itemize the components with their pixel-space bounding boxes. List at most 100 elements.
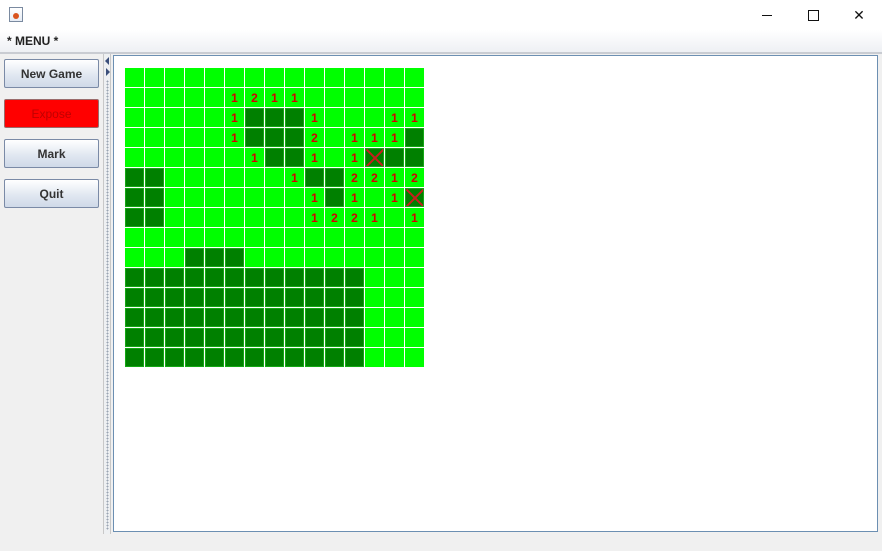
hidden-cell[interactable] bbox=[325, 268, 344, 287]
exposed-cell[interactable] bbox=[245, 208, 264, 227]
exposed-cell[interactable] bbox=[245, 228, 264, 247]
hidden-cell[interactable] bbox=[145, 328, 164, 347]
hidden-cell[interactable] bbox=[305, 308, 324, 327]
exposed-cell[interactable] bbox=[205, 128, 224, 147]
exposed-cell[interactable] bbox=[125, 248, 144, 267]
hidden-cell[interactable] bbox=[305, 288, 324, 307]
expose-button[interactable]: Expose bbox=[4, 99, 99, 128]
number-cell[interactable]: 1 bbox=[345, 148, 364, 167]
number-cell[interactable]: 1 bbox=[225, 108, 244, 127]
hidden-cell[interactable] bbox=[165, 308, 184, 327]
exposed-cell[interactable] bbox=[245, 168, 264, 187]
hidden-cell[interactable] bbox=[245, 268, 264, 287]
exposed-cell[interactable] bbox=[405, 328, 424, 347]
close-button[interactable]: ✕ bbox=[836, 0, 882, 30]
hidden-cell[interactable] bbox=[185, 288, 204, 307]
exposed-cell[interactable] bbox=[225, 228, 244, 247]
exposed-cell[interactable] bbox=[385, 208, 404, 227]
exposed-cell[interactable] bbox=[385, 348, 404, 367]
hidden-cell[interactable] bbox=[285, 108, 304, 127]
new-game-button[interactable]: New Game bbox=[4, 59, 99, 88]
hidden-cell[interactable] bbox=[245, 128, 264, 147]
exposed-cell[interactable] bbox=[145, 148, 164, 167]
exposed-cell[interactable] bbox=[125, 148, 144, 167]
hidden-cell[interactable] bbox=[185, 328, 204, 347]
split-pane-divider[interactable] bbox=[103, 54, 111, 534]
exposed-cell[interactable] bbox=[285, 228, 304, 247]
number-cell[interactable]: 1 bbox=[385, 188, 404, 207]
exposed-cell[interactable] bbox=[365, 188, 384, 207]
exposed-cell[interactable] bbox=[285, 188, 304, 207]
hidden-cell[interactable] bbox=[145, 308, 164, 327]
exposed-cell[interactable] bbox=[165, 228, 184, 247]
hidden-cell[interactable] bbox=[165, 328, 184, 347]
hidden-cell[interactable] bbox=[325, 328, 344, 347]
exposed-cell[interactable] bbox=[365, 328, 384, 347]
exposed-cell[interactable] bbox=[385, 268, 404, 287]
exposed-cell[interactable] bbox=[385, 88, 404, 107]
exposed-cell[interactable] bbox=[325, 108, 344, 127]
number-cell[interactable]: 1 bbox=[305, 148, 324, 167]
exposed-cell[interactable] bbox=[205, 208, 224, 227]
hidden-cell[interactable] bbox=[325, 348, 344, 367]
hidden-cell[interactable] bbox=[125, 208, 144, 227]
hidden-cell[interactable] bbox=[245, 308, 264, 327]
exposed-cell[interactable] bbox=[365, 68, 384, 87]
number-cell[interactable]: 2 bbox=[405, 168, 424, 187]
exposed-cell[interactable] bbox=[205, 168, 224, 187]
mark-button[interactable]: Mark bbox=[4, 139, 99, 168]
hidden-cell[interactable] bbox=[245, 108, 264, 127]
exposed-cell[interactable] bbox=[365, 248, 384, 267]
quit-button[interactable]: Quit bbox=[4, 179, 99, 208]
hidden-cell[interactable] bbox=[285, 308, 304, 327]
minimize-button[interactable] bbox=[744, 0, 790, 30]
hidden-cell[interactable] bbox=[125, 308, 144, 327]
hidden-cell[interactable] bbox=[125, 288, 144, 307]
number-cell[interactable]: 1 bbox=[225, 128, 244, 147]
exposed-cell[interactable] bbox=[165, 68, 184, 87]
exposed-cell[interactable] bbox=[385, 328, 404, 347]
exposed-cell[interactable] bbox=[305, 228, 324, 247]
hidden-cell[interactable] bbox=[145, 208, 164, 227]
exposed-cell[interactable] bbox=[165, 108, 184, 127]
number-cell[interactable]: 1 bbox=[285, 168, 304, 187]
number-cell[interactable]: 1 bbox=[265, 88, 284, 107]
number-cell[interactable]: 1 bbox=[305, 208, 324, 227]
exposed-cell[interactable] bbox=[385, 248, 404, 267]
exposed-cell[interactable] bbox=[225, 68, 244, 87]
hidden-cell[interactable] bbox=[185, 268, 204, 287]
exposed-cell[interactable] bbox=[205, 68, 224, 87]
exposed-cell[interactable] bbox=[345, 88, 364, 107]
hidden-cell[interactable] bbox=[125, 348, 144, 367]
hidden-cell[interactable] bbox=[145, 348, 164, 367]
exposed-cell[interactable] bbox=[265, 228, 284, 247]
exposed-cell[interactable] bbox=[165, 148, 184, 167]
exposed-cell[interactable] bbox=[205, 228, 224, 247]
hidden-cell[interactable] bbox=[285, 328, 304, 347]
exposed-cell[interactable] bbox=[185, 108, 204, 127]
hidden-cell[interactable] bbox=[285, 288, 304, 307]
hidden-cell[interactable] bbox=[265, 288, 284, 307]
hidden-cell[interactable] bbox=[265, 108, 284, 127]
hidden-cell[interactable] bbox=[125, 188, 144, 207]
number-cell[interactable]: 2 bbox=[345, 168, 364, 187]
exposed-cell[interactable] bbox=[325, 228, 344, 247]
hidden-cell[interactable] bbox=[225, 248, 244, 267]
number-cell[interactable]: 1 bbox=[305, 188, 324, 207]
hidden-cell[interactable] bbox=[345, 308, 364, 327]
hidden-cell[interactable] bbox=[305, 268, 324, 287]
exposed-cell[interactable] bbox=[125, 108, 144, 127]
number-cell[interactable]: 1 bbox=[365, 208, 384, 227]
hidden-cell[interactable] bbox=[205, 348, 224, 367]
number-cell[interactable]: 1 bbox=[305, 108, 324, 127]
exposed-cell[interactable] bbox=[125, 88, 144, 107]
exposed-cell[interactable] bbox=[125, 228, 144, 247]
exposed-cell[interactable] bbox=[265, 188, 284, 207]
exposed-cell[interactable] bbox=[405, 308, 424, 327]
exposed-cell[interactable] bbox=[405, 88, 424, 107]
exposed-cell[interactable] bbox=[185, 208, 204, 227]
exposed-cell[interactable] bbox=[385, 308, 404, 327]
exposed-cell[interactable] bbox=[165, 188, 184, 207]
exposed-cell[interactable] bbox=[145, 88, 164, 107]
hidden-cell[interactable] bbox=[305, 348, 324, 367]
